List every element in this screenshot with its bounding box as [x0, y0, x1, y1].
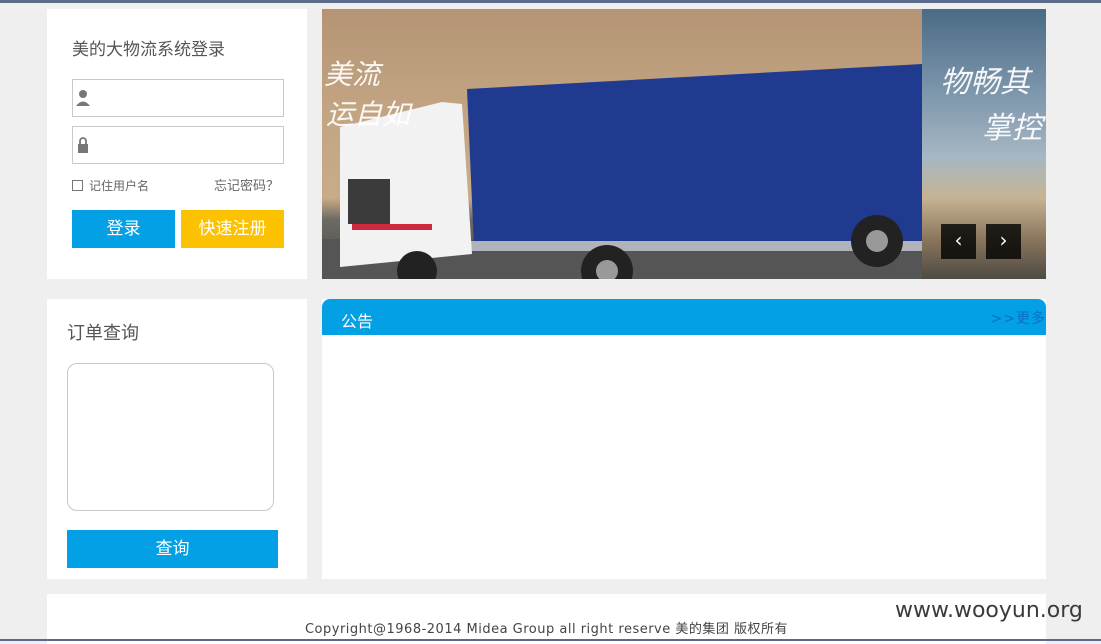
banner-calligraphy-left-1: 美流 — [324, 58, 381, 91]
password-field[interactable] — [72, 126, 284, 164]
remember-checkbox[interactable] — [72, 180, 83, 191]
remember-username[interactable]: 记住用户名 — [72, 177, 149, 194]
notice-title: 公告 — [341, 312, 374, 331]
username-field[interactable] — [72, 79, 284, 117]
login-panel: 美的大物流系统登录 记住用户名 忘记密码？ 登录 快速注册 — [47, 9, 307, 279]
top-border — [0, 0, 1101, 3]
watermark: www.wooyun.org — [895, 598, 1083, 623]
banner-next-arrow-icon[interactable]: › — [986, 224, 1021, 259]
banner-calligraphy-right-2: 掌控 — [982, 111, 1042, 146]
banner-truck-photo: 美流 运自如 — [322, 9, 922, 279]
order-query-title: 订单查询 — [67, 323, 139, 344]
user-icon — [75, 80, 91, 116]
register-button[interactable]: 快速注册 — [181, 210, 284, 248]
banner-slideshow: 美流 运自如 物畅其 掌控 ‹ › — [322, 9, 1046, 279]
banner-calligraphy-left-2: 运自如 — [326, 98, 411, 131]
password-input[interactable] — [95, 131, 279, 159]
banner-calligraphy-right-1: 物畅其 — [940, 65, 1030, 100]
notice-header: 公告 >>更多 — [322, 299, 1046, 335]
remember-label: 记住用户名 — [89, 179, 150, 193]
query-button[interactable]: 查询 — [67, 530, 278, 568]
banner-prev-arrow-icon[interactable]: ‹ — [941, 224, 976, 259]
forgot-password-link[interactable]: 忘记密码？ — [214, 175, 279, 194]
order-query-textarea[interactable] — [67, 363, 274, 511]
notice-panel: 公告 >>更多 — [322, 299, 1046, 579]
notice-more-link[interactable]: >>更多 — [991, 308, 1046, 328]
lock-icon — [75, 127, 91, 163]
username-input[interactable] — [95, 84, 279, 112]
login-title: 美的大物流系统登录 — [72, 40, 225, 60]
login-button[interactable]: 登录 — [72, 210, 175, 248]
order-query-panel: 订单查询 查询 — [47, 299, 307, 579]
